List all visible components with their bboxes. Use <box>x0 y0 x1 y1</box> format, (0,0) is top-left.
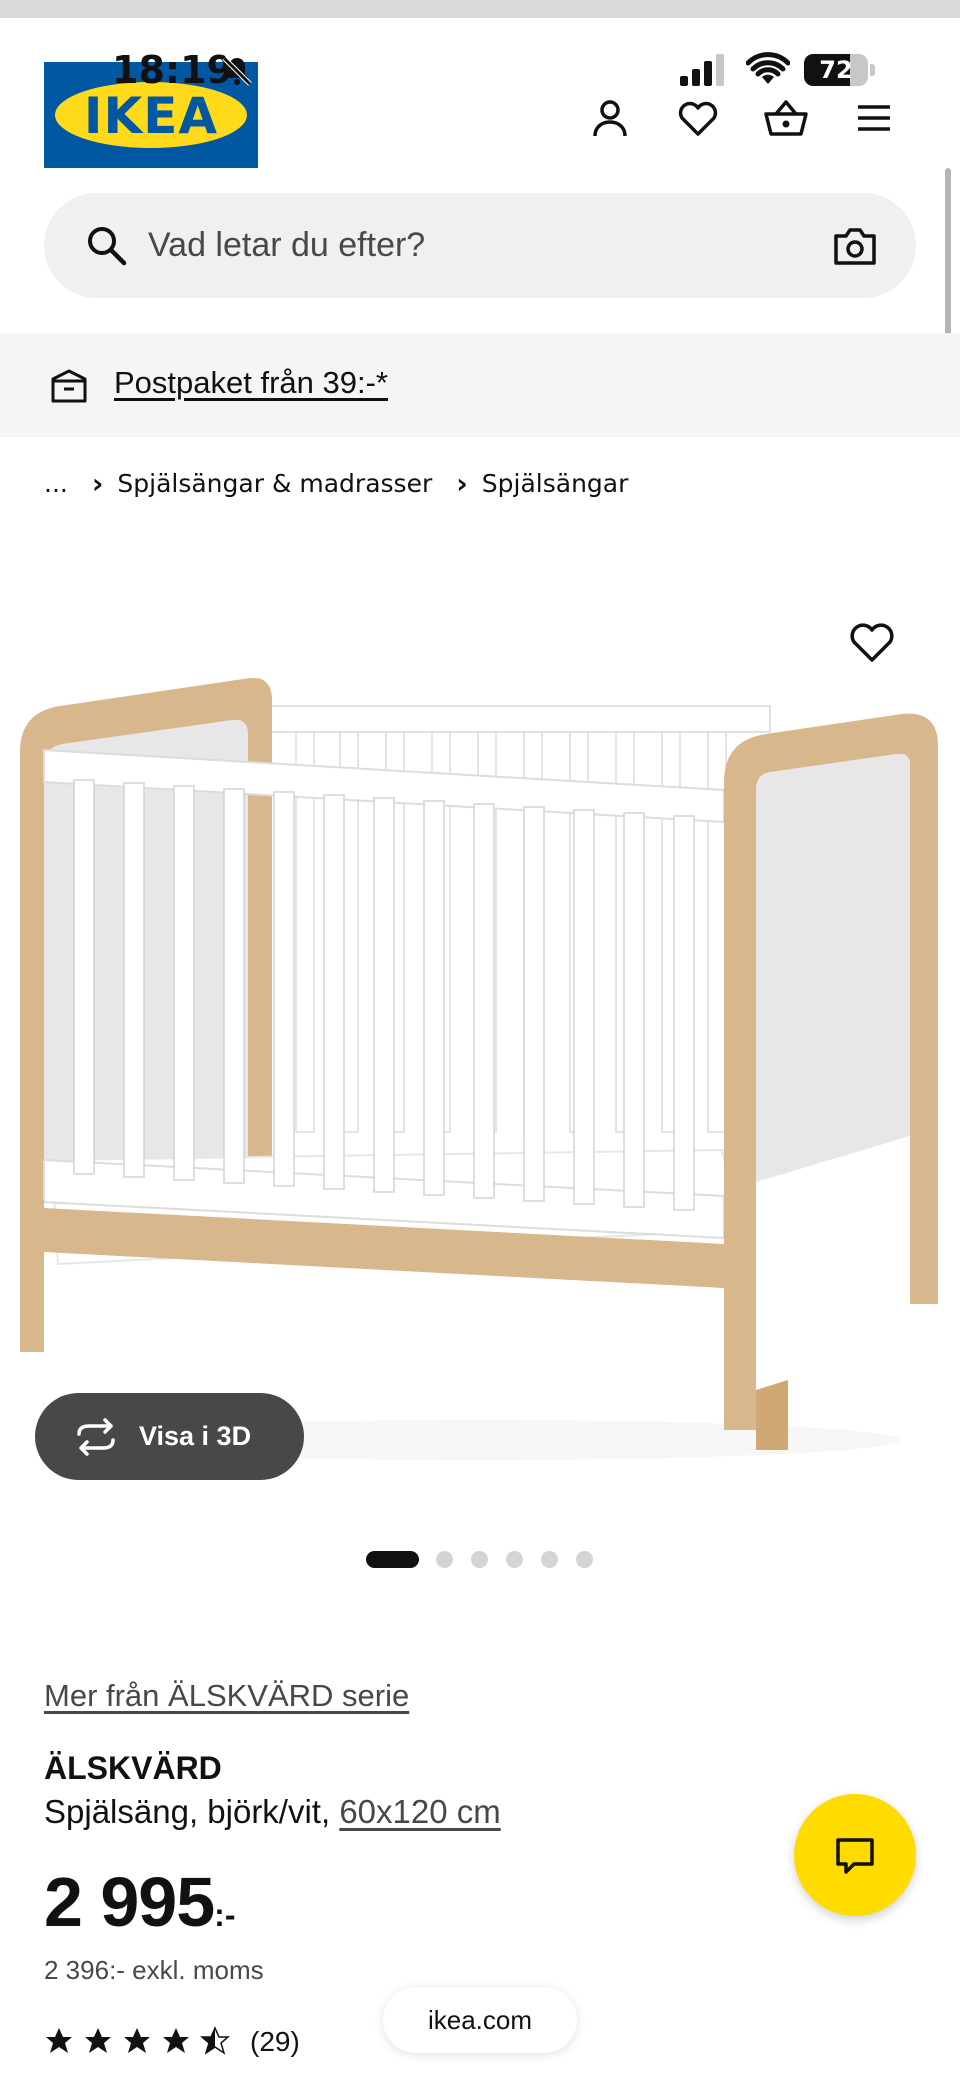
carousel-dot[interactable] <box>576 1551 593 1568</box>
chat-button[interactable] <box>794 1794 916 1916</box>
review-count[interactable]: (29) <box>250 2022 300 2062</box>
heart-icon[interactable] <box>676 96 720 140</box>
wifi-icon <box>746 52 790 84</box>
search-bar[interactable] <box>44 193 916 298</box>
logo-text: IKEA <box>83 87 219 145</box>
basket-icon[interactable] <box>764 96 808 140</box>
site-header: IKEA 18:19 72 <box>0 18 960 178</box>
breadcrumb-item-subcategory[interactable]: Spjälsängar <box>482 469 629 498</box>
star-icon <box>46 2028 72 2053</box>
product-image[interactable] <box>0 560 960 1520</box>
breadcrumb-item-category[interactable]: Spjälsängar & madrasser <box>117 469 432 498</box>
user-icon[interactable] <box>588 96 632 140</box>
breadcrumb: ... › Spjälsängar & madrasser › Spjälsän… <box>44 465 628 501</box>
scrollbar[interactable] <box>945 168 951 360</box>
price-suffix: :- <box>214 1897 236 1933</box>
breadcrumb-item-ellipsis[interactable]: ... <box>44 469 68 498</box>
view-in-3d-button[interactable]: Visa i 3D <box>35 1393 304 1480</box>
carousel-dot[interactable] <box>436 1551 453 1568</box>
series-link[interactable]: Mer från ÄLSKVÄRD serie <box>44 1676 409 1716</box>
top-edge-strip <box>0 0 960 18</box>
carousel-dot-active[interactable] <box>366 1551 419 1568</box>
promo-link[interactable]: Postpaket från 39:-* <box>114 363 388 403</box>
promo-banner: Postpaket från 39:-* <box>0 333 960 437</box>
star-icon <box>85 2028 111 2053</box>
product-description: Spjälsäng, björk/vit, 60x120 cm <box>44 1791 501 1833</box>
battery-level: 72 <box>819 56 853 84</box>
star-icon <box>163 2028 189 2053</box>
favorite-heart-icon[interactable] <box>846 616 898 668</box>
search-icon[interactable] <box>84 223 128 267</box>
carousel-dot[interactable] <box>471 1551 488 1568</box>
chevron-right-icon: › <box>456 466 468 500</box>
product-price: 2 995:- <box>44 1866 235 1958</box>
menu-icon[interactable] <box>852 96 896 140</box>
carousel-dot[interactable] <box>506 1551 523 1568</box>
browser-url-pill[interactable]: ikea.com <box>383 1987 577 2053</box>
status-time: 18:19 <box>112 48 233 92</box>
price-excl-vat: 2 396:- exkl. moms <box>44 1955 264 1985</box>
camera-icon[interactable] <box>832 223 878 269</box>
bell-muted-icon <box>222 56 252 86</box>
delivery-box-icon <box>51 369 87 403</box>
view-in-3d-label: Visa i 3D <box>139 1421 252 1451</box>
carousel-dot[interactable] <box>541 1551 558 1568</box>
signal-icon <box>680 54 724 86</box>
rotate-3d-icon <box>77 1418 115 1456</box>
price-amount: 2 995 <box>44 1863 215 1941</box>
chevron-right-icon: › <box>91 466 104 500</box>
battery-icon: 72 <box>804 54 868 86</box>
star-half-icon <box>200 2026 230 2055</box>
search-input[interactable] <box>148 193 788 298</box>
chat-bubble-icon <box>836 1838 874 1874</box>
star-icon <box>124 2028 150 2053</box>
product-description-text: Spjälsäng, björk/vit, <box>44 1793 331 1830</box>
battery-nub <box>870 64 875 76</box>
product-size-link[interactable]: 60x120 cm <box>339 1793 500 1830</box>
product-name: ÄLSKVÄRD <box>44 1750 222 1786</box>
